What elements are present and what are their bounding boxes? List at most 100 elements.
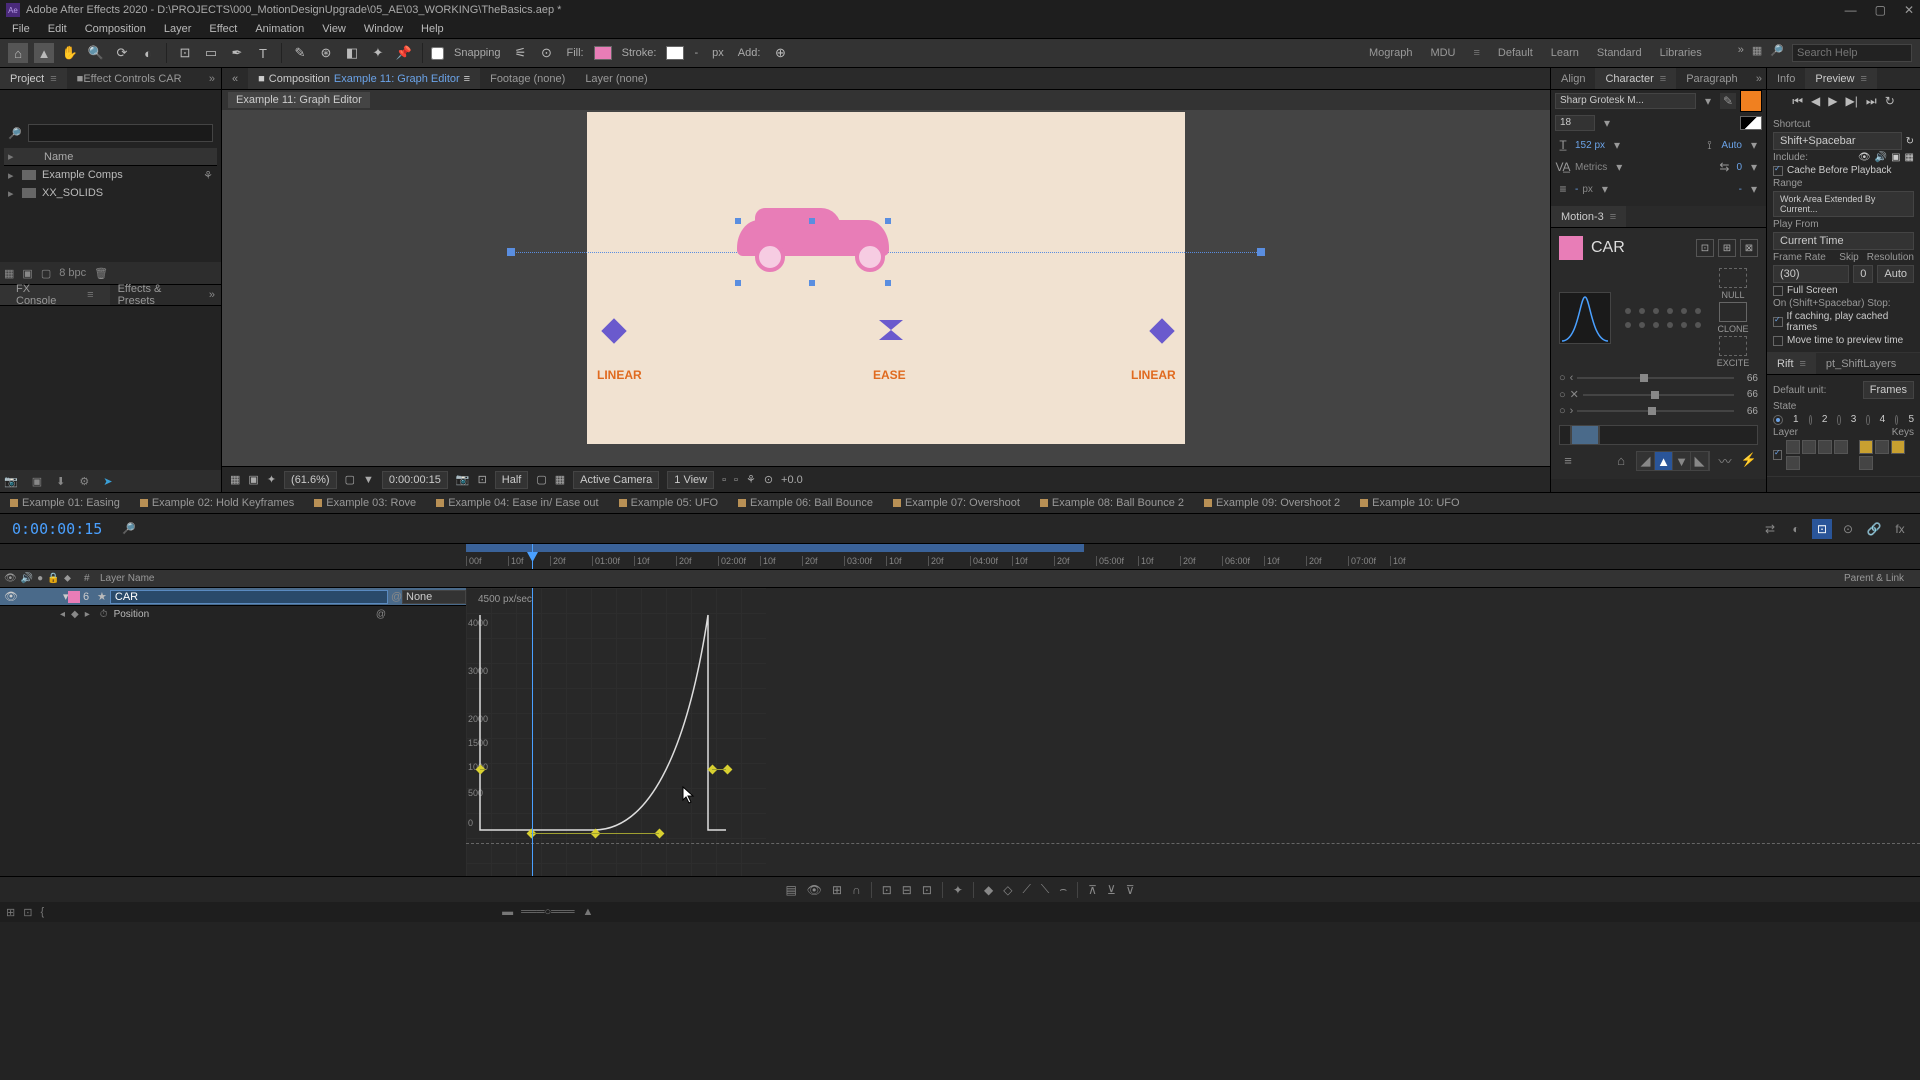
- zoom-slider[interactable]: ═══○═══: [521, 906, 574, 918]
- tl-btn-icon[interactable]: fx: [1890, 519, 1910, 539]
- tl-btn-shy-icon[interactable]: ⊡: [1812, 519, 1832, 539]
- tab-paragraph[interactable]: Paragraph: [1676, 68, 1747, 89]
- stroke-value[interactable]: -: [694, 47, 698, 59]
- ease-preset-icon[interactable]: ◢: [1637, 452, 1655, 470]
- keyframe-handle[interactable]: [507, 248, 515, 256]
- twirl-icon[interactable]: ▸: [8, 169, 16, 182]
- slider-value[interactable]: 66: [1738, 373, 1758, 384]
- m3-timeline-bar[interactable]: [1559, 425, 1758, 445]
- value[interactable]: -: [1739, 184, 1742, 195]
- m3-opt-icon[interactable]: ⊞: [1718, 239, 1736, 257]
- menu-window[interactable]: Window: [356, 23, 411, 35]
- workspace-default[interactable]: Default: [1498, 47, 1533, 59]
- fullscreen-checkbox[interactable]: [1773, 286, 1783, 296]
- timeline-search-icon[interactable]: 🔎: [122, 522, 136, 535]
- range-dropdown[interactable]: Work Area Extended By Current...: [1773, 191, 1914, 217]
- timeline-tab[interactable]: Example 08: Ball Bounce 2: [1030, 493, 1194, 513]
- close-button[interactable]: ✕: [1904, 3, 1914, 17]
- layer-row[interactable]: 👁 ▾ 6 ★ @ None: [0, 588, 466, 606]
- grid-icon[interactable]: ▦: [230, 473, 240, 486]
- roto-tool[interactable]: ✦: [368, 43, 388, 63]
- timeline-tab[interactable]: Example 03: Rove: [304, 493, 426, 513]
- tl-btn-icon[interactable]: ⊙: [1838, 519, 1858, 539]
- excite-icon[interactable]: [1719, 336, 1747, 356]
- rotate-tool[interactable]: ◐: [138, 43, 158, 63]
- gear-icon[interactable]: ⚙: [79, 475, 89, 488]
- preset-dots[interactable]: [1625, 308, 1702, 328]
- layer-checkbox[interactable]: [1773, 450, 1782, 460]
- clone-icon[interactable]: [1719, 302, 1747, 322]
- menu-animation[interactable]: Animation: [247, 23, 312, 35]
- keys-grid[interactable]: [1859, 440, 1914, 470]
- chevron-down-icon[interactable]: ▾: [1700, 93, 1716, 109]
- share-icon[interactable]: ➤: [103, 475, 112, 488]
- interpret-icon[interactable]: ▦: [4, 267, 14, 280]
- timeline-tab[interactable]: Example 05: UFO: [609, 493, 728, 513]
- show-snap-icon[interactable]: ⊡: [478, 473, 487, 486]
- loop-icon[interactable]: ↻: [1885, 94, 1895, 109]
- font-style-dropdown[interactable]: 18: [1555, 115, 1595, 131]
- selection-handle[interactable]: [809, 280, 815, 286]
- ge-cont-icon[interactable]: ⌢: [1059, 882, 1067, 897]
- slider-value[interactable]: 66: [1738, 389, 1758, 400]
- ge-graph-icon[interactable]: ⊞: [832, 883, 842, 897]
- anchor-tool[interactable]: ⊡: [175, 43, 195, 63]
- tl-btn-icon[interactable]: 🔗: [1864, 519, 1884, 539]
- last-frame-icon[interactable]: ⏭: [1866, 94, 1877, 109]
- bpc-button[interactable]: 8 bpc: [59, 267, 86, 279]
- selection-handle[interactable]: [885, 280, 891, 286]
- kf-nav-prev[interactable]: ◂: [60, 609, 65, 620]
- tab-character[interactable]: Character≡: [1595, 68, 1676, 89]
- stroke-width-value[interactable]: -: [1575, 184, 1578, 195]
- ge-easyease-icon[interactable]: ⊼: [1088, 883, 1097, 897]
- search-icon[interactable]: 🔎: [1770, 44, 1784, 62]
- menu-edit[interactable]: Edit: [40, 23, 75, 35]
- timeline-tab[interactable]: Example 07: Overshoot: [883, 493, 1030, 513]
- orbit-tool[interactable]: ⟳: [112, 43, 132, 63]
- fill-color-swatch[interactable]: [1740, 90, 1762, 112]
- reset-icon[interactable]: ↻: [1906, 136, 1914, 147]
- chevron-down-icon[interactable]: ▾: [1746, 181, 1762, 197]
- snapshot-icon[interactable]: 📷: [456, 473, 470, 486]
- flowchart-icon[interactable]: ⚘: [203, 169, 213, 182]
- ge-easein-icon[interactable]: ⊻: [1107, 883, 1116, 897]
- home-icon[interactable]: ⌂: [8, 43, 28, 63]
- ge-sep-icon[interactable]: ✦: [953, 883, 963, 897]
- null-icon[interactable]: [1719, 268, 1747, 288]
- tab-composition[interactable]: ■ Composition Example 11: Graph Editor ≡: [248, 68, 480, 89]
- chevron-down-icon[interactable]: ▾: [1746, 159, 1762, 175]
- bolt-icon[interactable]: ⚡: [1740, 451, 1758, 469]
- toggle-icon[interactable]: ✦: [267, 473, 276, 486]
- search-help-input[interactable]: [1792, 44, 1912, 62]
- ease-preset-icon[interactable]: ▲: [1655, 452, 1673, 470]
- skip-dropdown[interactable]: 0: [1853, 265, 1873, 283]
- chevron-down-icon[interactable]: ▾: [1611, 159, 1627, 175]
- graph-editor[interactable]: 4500 px/sec 4000 3000 2000 1500 1000 500…: [466, 588, 1920, 876]
- tab-fxconsole[interactable]: FX Console≡: [0, 285, 110, 305]
- slider-value[interactable]: 66: [1738, 406, 1758, 417]
- tab-layer[interactable]: Layer (none): [575, 68, 657, 89]
- kf-nav-next[interactable]: ▸: [85, 609, 90, 620]
- state-radio-4[interactable]: [1866, 415, 1869, 425]
- exposure-value[interactable]: +0.0: [781, 474, 803, 486]
- zoom-in-icon[interactable]: ▲: [583, 906, 594, 918]
- puppet-tool[interactable]: 📌: [394, 43, 414, 63]
- defaultunit-dropdown[interactable]: Frames: [1863, 381, 1914, 399]
- tr-icon[interactable]: ▢: [536, 473, 546, 486]
- project-folder-item[interactable]: ▸ Example Comps ⚘: [4, 166, 217, 184]
- first-frame-icon[interactable]: ⏮: [1792, 94, 1803, 109]
- project-folder-item[interactable]: ▸ XX_SOLIDS: [4, 184, 217, 202]
- m3-opt-icon[interactable]: ⊡: [1696, 239, 1714, 257]
- layer-name-input[interactable]: [110, 590, 388, 604]
- overflow-icon[interactable]: »: [1752, 73, 1766, 85]
- tl-btn-icon[interactable]: ◐: [1786, 519, 1806, 539]
- pickwhip-icon[interactable]: @: [388, 591, 402, 603]
- ge-linear-icon[interactable]: ◇: [1003, 883, 1012, 897]
- tab-footage[interactable]: Footage (none): [480, 68, 575, 89]
- inc-fx-icon[interactable]: ▦: [1905, 152, 1914, 163]
- state-radio-2[interactable]: [1809, 415, 1812, 425]
- layer-color-chip[interactable]: [68, 591, 80, 603]
- toggle-modes-icon[interactable]: ⊡: [23, 906, 32, 919]
- ge-fit-icon[interactable]: ⊡: [882, 883, 892, 897]
- slider-track[interactable]: [1577, 410, 1734, 412]
